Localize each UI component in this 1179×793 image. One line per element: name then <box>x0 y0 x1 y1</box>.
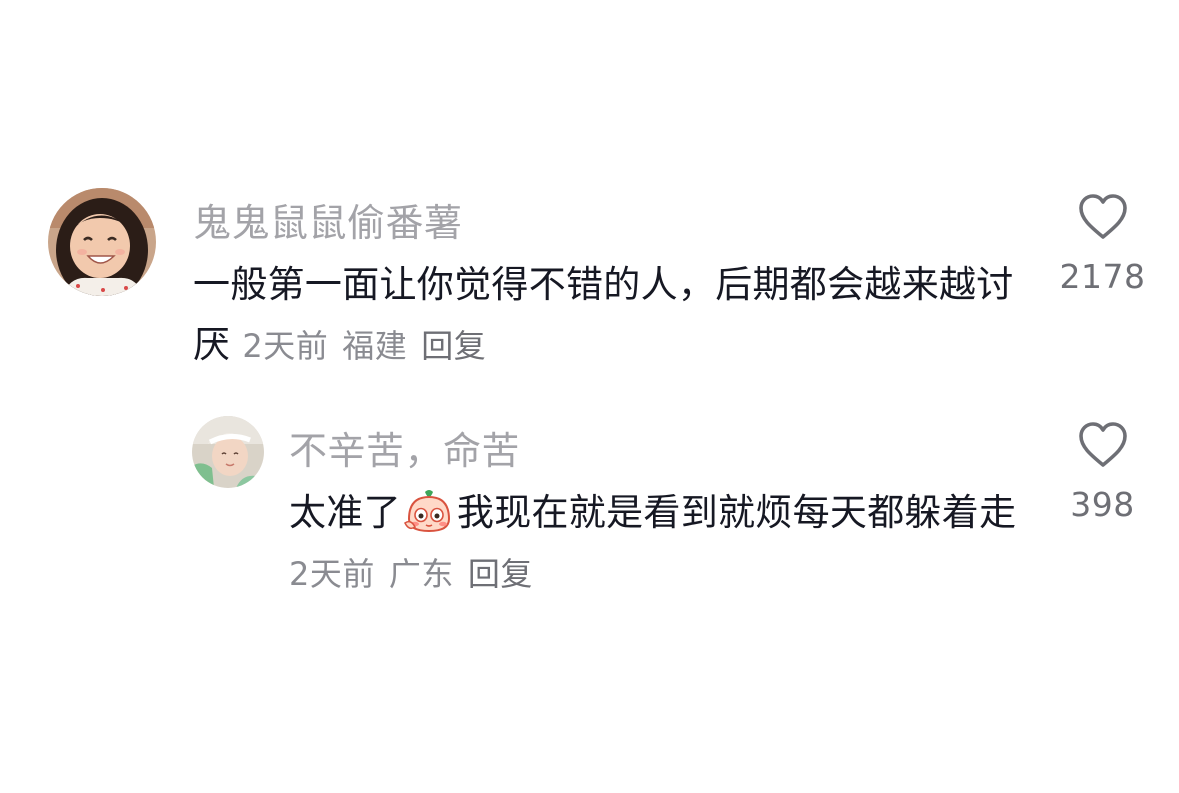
avatar-person-headband-icon <box>192 416 264 488</box>
comment-text: 太准了 我现在就是看到就烦每天都躲着走 2天前 广东 回复 <box>289 483 1029 603</box>
comment-location: 福建 <box>342 326 408 365</box>
comment-location: 广东 <box>388 554 454 593</box>
username[interactable]: 鬼鬼鼠鼠偷番薯 <box>193 192 463 247</box>
user-avatar[interactable] <box>48 188 156 296</box>
user-avatar[interactable] <box>192 416 264 488</box>
heart-outline-icon[interactable] <box>1077 421 1129 469</box>
comment-time: 2天前 <box>289 554 375 593</box>
comment-text: 一般第一面让你觉得不错的人，后期都会越来越讨厌 2天前 福建 回复 <box>193 255 1023 375</box>
like-button[interactable]: 398 <box>1055 421 1150 524</box>
reply-button[interactable]: 回复 <box>468 555 533 593</box>
heart-outline-icon[interactable] <box>1077 193 1129 241</box>
like-count: 398 <box>1070 485 1135 524</box>
like-button[interactable]: 2178 <box>1055 193 1150 296</box>
comment-body-start: 太准了 <box>289 491 401 534</box>
comment-time: 2天前 <box>242 326 329 365</box>
shy-blushing-emoji-icon <box>403 490 450 533</box>
like-count: 2178 <box>1059 257 1146 296</box>
reply-button[interactable]: 回复 <box>421 327 486 365</box>
comment-meta: 2天前 福建 回复 <box>242 327 500 365</box>
avatar-girl-smiling-icon <box>48 188 156 296</box>
username[interactable]: 不辛苦，命苦 <box>289 420 520 475</box>
comment-meta: 2天前 广东 回复 <box>289 555 547 593</box>
comment-body-end: 我现在就是看到就烦每天都躲着走 <box>456 491 1017 534</box>
